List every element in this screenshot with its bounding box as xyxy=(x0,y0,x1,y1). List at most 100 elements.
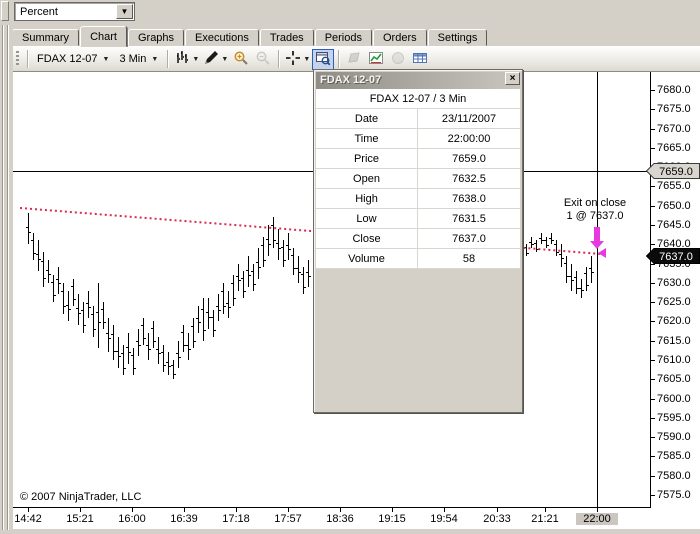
price-tick xyxy=(650,186,655,187)
time-tick xyxy=(132,507,133,512)
pen-icon xyxy=(203,50,219,69)
tab-periods[interactable]: Periods xyxy=(314,29,372,46)
data-window-body: FDAX 12-07 / 3 Min Date 23/11/2007 Time 22:… xyxy=(316,89,520,410)
price-tick xyxy=(650,360,655,361)
instrument-label: FDAX 12-07 xyxy=(37,53,98,65)
data-window-icon xyxy=(315,50,331,69)
price-tick xyxy=(650,399,655,400)
price-tick xyxy=(650,283,655,284)
row-value: 7638.0 xyxy=(452,193,486,205)
row-label: Price xyxy=(316,149,418,168)
chevron-down-icon: ▼ xyxy=(221,55,229,63)
data-window-row-time: Time 22:00:00 xyxy=(316,129,520,149)
time-tick xyxy=(288,507,289,512)
interval-dropdown[interactable]: 3 Min ▼ xyxy=(114,49,163,69)
price-tick xyxy=(650,129,655,130)
time-axis-label: 19:15 xyxy=(378,513,406,525)
crosshair-button[interactable]: ▼ xyxy=(283,49,312,70)
instrument-dropdown[interactable]: FDAX 12-07 ▼ xyxy=(32,49,114,69)
toolbar-grip-dots[interactable] xyxy=(16,51,19,67)
crosshair-icon xyxy=(285,50,301,69)
coin-button[interactable] xyxy=(387,49,409,70)
data-window-popup[interactable]: FDAX 12-07 × FDAX 12-07 / 3 Min Date 23/1… xyxy=(313,69,523,413)
chevron-down-icon: ▼ xyxy=(151,55,159,63)
row-value: 58 xyxy=(462,253,476,265)
price-tick xyxy=(650,225,655,226)
indicator-chart-icon xyxy=(368,50,384,69)
close-icon[interactable]: × xyxy=(505,72,520,85)
zoom-in-icon xyxy=(233,50,249,69)
price-axis-label: 7665.0 xyxy=(657,142,691,154)
price-tick xyxy=(650,148,655,149)
row-label: High xyxy=(316,189,418,208)
row-label: Date xyxy=(316,109,418,128)
tab-settings[interactable]: Settings xyxy=(427,29,488,46)
time-tick xyxy=(28,507,29,512)
data-window-row-low: Low 7631.5 xyxy=(316,209,520,229)
price-axis-line xyxy=(650,72,651,508)
bar-type-icon xyxy=(174,50,190,69)
coin-icon xyxy=(390,50,406,69)
zoom-in-button[interactable] xyxy=(230,49,252,70)
tab-trades[interactable]: Trades xyxy=(259,29,314,46)
time-tick xyxy=(597,507,598,512)
drawing-tools-button[interactable]: ▼ xyxy=(201,49,230,70)
toolbar-grip[interactable] xyxy=(1,1,9,21)
tab-summary[interactable]: Summary xyxy=(12,29,80,46)
price-axis-label: 7630.0 xyxy=(657,277,691,289)
data-window-titlebar[interactable]: FDAX 12-07 xyxy=(316,72,520,89)
price-tick xyxy=(650,109,655,110)
price-axis-label: 7595.0 xyxy=(657,412,691,424)
window-bottom-edge xyxy=(0,530,700,534)
row-label: Close xyxy=(316,229,418,248)
price-tick xyxy=(650,495,655,496)
price-tick xyxy=(650,244,655,245)
tab-orders[interactable]: Orders xyxy=(372,29,427,46)
price-tick xyxy=(650,321,655,322)
price-tick xyxy=(650,418,655,419)
exit-annotation-line2: 1 @ 7637.0 xyxy=(566,210,624,222)
ohlc-bar xyxy=(589,256,594,283)
row-value: 7659.0 xyxy=(452,153,486,165)
time-axis-label: 14:42 xyxy=(14,513,42,525)
time-tick xyxy=(444,507,445,512)
tab-executions[interactable]: Executions xyxy=(185,29,259,46)
price-tick xyxy=(650,90,655,91)
time-tick xyxy=(80,507,81,512)
time-axis-label: 17:18 xyxy=(222,513,250,525)
price-axis-label: 7645.0 xyxy=(657,219,691,231)
bar-type-button[interactable]: ▼ xyxy=(172,49,201,70)
chevron-down-icon[interactable]: ▼ xyxy=(116,4,133,19)
row-value: 7637.0 xyxy=(452,233,486,245)
data-window-button[interactable] xyxy=(312,48,335,70)
indicators-button[interactable] xyxy=(365,49,387,70)
data-window-row-close: Close 7637.0 xyxy=(316,229,520,249)
time-tick xyxy=(184,507,185,512)
tab-graphs[interactable]: Graphs xyxy=(127,29,185,46)
price-tick xyxy=(650,379,655,380)
time-axis-label: 21:21 xyxy=(531,513,559,525)
row-value: 23/11/2007 xyxy=(441,113,497,125)
data-window-row-high: High 7638.0 xyxy=(316,189,520,209)
price-axis-label: 7590.0 xyxy=(657,431,691,443)
row-value: 7631.5 xyxy=(452,213,486,225)
price-axis-label: 7625.0 xyxy=(657,296,691,308)
price-axis-label: 7610.0 xyxy=(657,354,691,366)
scale-type-select[interactable]: Percent ▼ xyxy=(14,2,135,21)
price-axis-label: 7615.0 xyxy=(657,335,691,347)
scale-type-value: Percent xyxy=(20,6,58,18)
time-tick xyxy=(340,507,341,512)
tab-chart[interactable]: Chart xyxy=(80,26,127,47)
data-grid-button[interactable] xyxy=(409,49,431,70)
price-axis-label: 7585.0 xyxy=(657,450,691,462)
window-left-frame xyxy=(0,25,13,534)
top-bar: Percent ▼ xyxy=(0,0,700,25)
chart-window: Percent ▼ Summary Chart Graphs Executions Tr… xyxy=(0,0,700,534)
price-axis-label: 7680.0 xyxy=(657,84,691,96)
row-value: 7632.5 xyxy=(452,173,486,185)
price-axis-label: 7670.0 xyxy=(657,123,691,135)
chart-trader-button[interactable] xyxy=(343,49,365,70)
time-tick xyxy=(545,507,546,512)
zoom-out-icon xyxy=(255,50,271,69)
zoom-out-button[interactable] xyxy=(252,49,274,70)
